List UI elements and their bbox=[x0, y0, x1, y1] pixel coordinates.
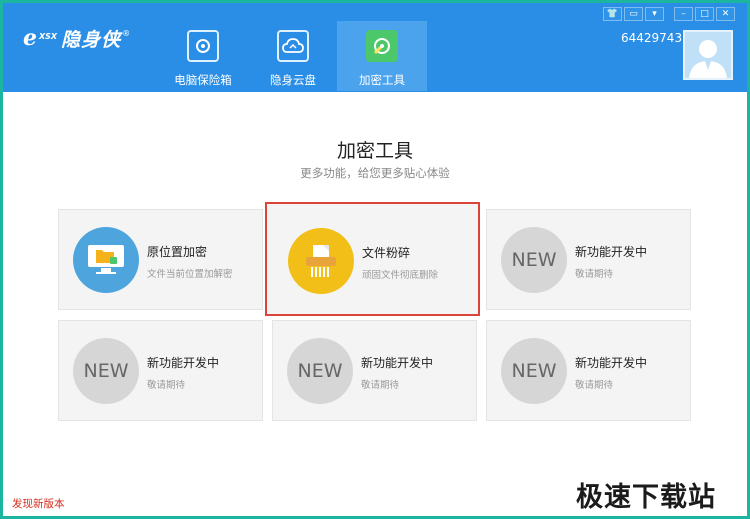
card-title: 文件粉碎 bbox=[362, 246, 411, 260]
card-title: 新功能开发中 bbox=[575, 245, 648, 259]
new-badge: NEW bbox=[73, 338, 139, 404]
shredder-icon bbox=[288, 228, 354, 294]
card-new-feature[interactable]: NEW 新功能开发中 敬请期待 bbox=[58, 320, 263, 421]
tab-encrypt-tools[interactable]: 加密工具 bbox=[337, 21, 427, 91]
card-title: 新功能开发中 bbox=[575, 356, 648, 370]
card-file-shredder[interactable]: 文件粉碎 顽固文件彻底删除 bbox=[265, 202, 480, 316]
header-bar: e XSX 隐身侠 ® 电脑保险箱 隐身云盘 加密工具 👕 ▭ ▾ – □ ✕ … bbox=[3, 3, 747, 92]
card-desc: 文件当前位置加解密 bbox=[147, 269, 233, 280]
new-badge: NEW bbox=[501, 227, 567, 293]
card-desc: 敬请期待 bbox=[147, 380, 186, 391]
update-available-link[interactable]: 发现新版本 bbox=[12, 496, 65, 511]
new-badge: NEW bbox=[287, 338, 353, 404]
card-new-feature[interactable]: NEW 新功能开发中 敬请期待 bbox=[486, 209, 691, 310]
card-in-place-encrypt[interactable]: 原位置加密 文件当前位置加解密 bbox=[58, 209, 263, 310]
logo-mark-icon: e bbox=[23, 25, 37, 51]
tab-computer-safe[interactable]: 电脑保险箱 bbox=[158, 21, 248, 91]
user-avatar-icon[interactable] bbox=[683, 30, 733, 80]
window-controls: 👕 ▭ ▾ – □ ✕ bbox=[603, 7, 735, 21]
card-title: 原位置加密 bbox=[147, 245, 208, 259]
card-desc: 敬请期待 bbox=[361, 380, 400, 391]
tab-label: 电脑保险箱 bbox=[174, 73, 232, 87]
close-icon[interactable]: ✕ bbox=[716, 7, 735, 21]
safe-icon bbox=[187, 30, 219, 62]
card-desc: 敬请期待 bbox=[575, 269, 614, 280]
user-id: 64429743 bbox=[621, 31, 683, 45]
tab-label: 隐身云盘 bbox=[270, 73, 316, 87]
card-title: 新功能开发中 bbox=[147, 356, 220, 370]
logo-small-text: XSX bbox=[39, 31, 58, 41]
card-desc: 顽固文件彻底删除 bbox=[362, 270, 439, 281]
card-title: 新功能开发中 bbox=[361, 356, 434, 370]
app-window: e XSX 隐身侠 ® 电脑保险箱 隐身云盘 加密工具 👕 ▭ ▾ – □ ✕ … bbox=[3, 3, 747, 516]
cloud-icon bbox=[277, 30, 309, 62]
tools-icon bbox=[366, 30, 398, 62]
shirt-icon[interactable]: 👕 bbox=[603, 7, 622, 21]
tab-label: 加密工具 bbox=[359, 73, 405, 87]
logo-text: 隐身侠 bbox=[61, 28, 122, 51]
card-desc: 敬请期待 bbox=[575, 380, 614, 391]
tab-cloud-disk[interactable]: 隐身云盘 bbox=[248, 21, 338, 91]
minimize-icon[interactable]: – bbox=[674, 7, 693, 21]
message-icon[interactable]: ▭ bbox=[624, 7, 643, 21]
card-new-feature[interactable]: NEW 新功能开发中 敬请期待 bbox=[486, 320, 691, 421]
new-badge: NEW bbox=[501, 338, 567, 404]
site-watermark: 极速下载站 bbox=[576, 482, 716, 513]
card-new-feature[interactable]: NEW 新功能开发中 敬请期待 bbox=[272, 320, 477, 421]
page-title: 加密工具 bbox=[336, 140, 413, 162]
page-subtitle: 更多功能，给您更多贴心体验 bbox=[300, 166, 450, 180]
monitor-folder-icon bbox=[73, 227, 139, 293]
logo-registered-mark: ® bbox=[122, 28, 131, 38]
menu-icon[interactable]: ▾ bbox=[645, 7, 664, 21]
app-logo: e XSX 隐身侠 ® bbox=[23, 25, 130, 51]
maximize-icon[interactable]: □ bbox=[695, 7, 714, 21]
